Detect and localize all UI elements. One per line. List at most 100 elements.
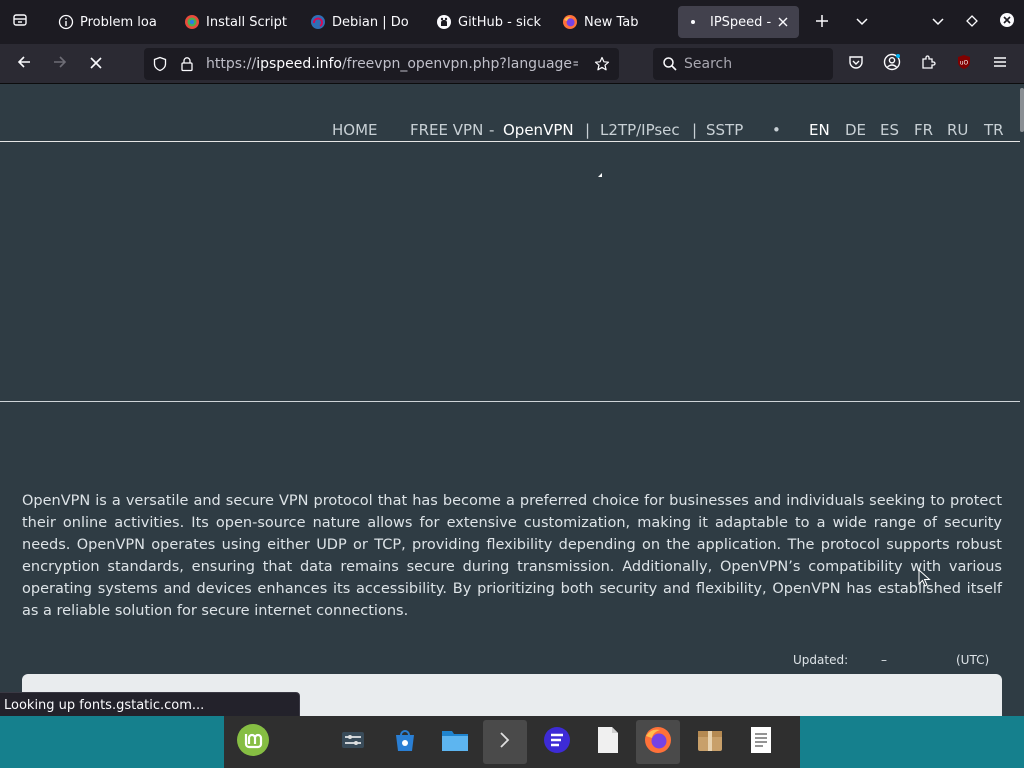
forward-button[interactable] xyxy=(44,48,76,80)
nav-sstp-link[interactable]: SSTP xyxy=(706,121,743,139)
search-bar[interactable]: Search xyxy=(653,48,833,80)
nav-l2tp-link[interactable]: L2TP/IPsec xyxy=(600,121,680,139)
firefox-launcher[interactable] xyxy=(636,720,680,764)
nav-openvpn-link[interactable]: OpenVPN xyxy=(503,121,574,139)
scrollbar-thumb[interactable] xyxy=(1020,88,1024,132)
github-icon xyxy=(436,14,452,30)
lang-de-link[interactable]: DE xyxy=(845,121,866,139)
tab-title: Install Script xyxy=(206,14,287,30)
tab-list-button[interactable] xyxy=(846,6,878,38)
site-header: HOME FREE VPN - OpenVPN | L2TP/IPsec | S… xyxy=(0,84,1020,142)
search-input[interactable]: Search xyxy=(684,56,732,72)
lang-ru-link[interactable]: RU xyxy=(947,121,968,139)
tab-debian[interactable]: Debian | Do xyxy=(304,6,422,38)
nav-home-link[interactable]: HOME xyxy=(332,121,378,139)
tab-strip: Problem loa Install Script Debian | Do G… xyxy=(0,0,1024,44)
ublock-icon: uO xyxy=(956,54,972,74)
info-icon xyxy=(58,14,74,30)
text-file-launcher[interactable] xyxy=(586,720,630,764)
settings-icon xyxy=(339,726,367,758)
tab-new-tab[interactable]: New Tab xyxy=(556,6,674,38)
taskbar xyxy=(224,716,800,768)
navigation-toolbar: https://ipspeed.info/freevpn_openvpn.php… xyxy=(0,44,1024,84)
new-tab-button[interactable] xyxy=(806,6,838,38)
close-icon xyxy=(999,12,1015,32)
software-store-launcher[interactable] xyxy=(383,720,427,764)
arrow-right-icon xyxy=(52,54,68,74)
chevron-down-icon xyxy=(855,13,869,32)
diamond-icon xyxy=(965,13,979,32)
debian-favicon xyxy=(310,14,326,30)
stop-loading-button[interactable] xyxy=(80,48,112,80)
url-bar[interactable]: https://ipspeed.info/freevpn_openvpn.php… xyxy=(144,48,619,80)
nav-free-vpn-link[interactable]: FREE VPN xyxy=(410,121,483,139)
firefox-icon xyxy=(643,725,673,759)
tab-title: Debian | Do xyxy=(332,14,409,30)
url-scheme: https:// xyxy=(206,56,257,72)
lock-icon[interactable] xyxy=(179,56,195,76)
tab-title: New Tab xyxy=(584,14,639,30)
maximize-button[interactable] xyxy=(956,6,988,38)
updated-value: – xyxy=(881,653,887,667)
software-store-icon xyxy=(391,726,419,758)
hamburger-icon xyxy=(992,54,1008,74)
tab-github[interactable]: GitHub - sick xyxy=(430,6,548,38)
chevron-down-icon xyxy=(931,13,945,32)
tab-title: IPSpeed - xyxy=(710,14,772,30)
lang-fr-link[interactable]: FR xyxy=(914,121,933,139)
firefox-view-button[interactable] xyxy=(4,6,36,38)
url-host: ipspeed.info xyxy=(256,56,342,72)
nav-separator: - xyxy=(489,121,495,139)
close-tab-icon[interactable] xyxy=(775,14,791,30)
plus-icon xyxy=(815,13,829,32)
arrow-left-icon xyxy=(16,54,32,74)
page-scrollbar[interactable] xyxy=(1020,84,1024,716)
search-icon xyxy=(662,56,678,76)
archive-launcher[interactable] xyxy=(688,720,732,764)
nav-bullet: • xyxy=(772,121,781,139)
web-page: HOME FREE VPN - OpenVPN | L2TP/IPsec | S… xyxy=(0,84,1024,716)
mint-menu-icon xyxy=(236,723,270,761)
intro-paragraph: OpenVPN is a versatile and secure VPN pr… xyxy=(22,493,1002,619)
text-file-icon xyxy=(595,725,621,759)
settings-launcher[interactable] xyxy=(331,720,375,764)
lang-tr-link[interactable]: TR xyxy=(984,121,1004,139)
archive-icon xyxy=(695,725,725,759)
url-text[interactable]: https://ipspeed.info/freevpn_openvpn.php… xyxy=(206,56,578,72)
firefox-view-icon xyxy=(12,12,28,32)
app-icon xyxy=(542,725,572,759)
pocket-icon xyxy=(848,54,864,74)
tab-install-script[interactable]: Install Script xyxy=(178,6,296,38)
nav-separator: | xyxy=(692,121,698,139)
firefox-icon xyxy=(562,14,578,30)
pocket-button[interactable] xyxy=(840,48,872,80)
timezone-label: (UTC) xyxy=(956,653,990,667)
lang-en-link[interactable]: EN xyxy=(809,121,830,139)
close-window-button[interactable] xyxy=(991,6,1023,38)
lang-es-link[interactable]: ES xyxy=(880,121,899,139)
tab-ipspeed[interactable]: IPSpeed - xyxy=(678,6,799,38)
tab-problem-loading[interactable]: Problem loa xyxy=(52,6,170,38)
account-button[interactable] xyxy=(876,48,908,80)
star-icon[interactable] xyxy=(594,56,610,76)
ublock-button[interactable]: uO xyxy=(948,48,980,80)
status-panel: Looking up fonts.gstatic.com... xyxy=(0,692,300,718)
app-launcher[interactable] xyxy=(535,720,579,764)
menu-button[interactable] xyxy=(984,48,1016,80)
document-launcher[interactable] xyxy=(739,720,783,764)
updated-label: Updated: xyxy=(793,653,849,667)
minimize-button[interactable] xyxy=(922,6,954,38)
files-icon xyxy=(440,726,470,758)
svg-text:uO: uO xyxy=(960,60,969,67)
back-button[interactable] xyxy=(8,48,40,80)
document-icon xyxy=(748,725,774,759)
shield-icon[interactable] xyxy=(152,56,168,76)
account-icon xyxy=(883,53,901,75)
script-favicon xyxy=(184,14,200,30)
ad-placeholder xyxy=(0,143,1020,402)
tab-title: Problem loa xyxy=(80,14,157,30)
mint-menu-button[interactable] xyxy=(231,720,275,764)
terminal-launcher[interactable] xyxy=(483,720,527,764)
extensions-button[interactable] xyxy=(912,48,944,80)
files-launcher[interactable] xyxy=(433,720,477,764)
